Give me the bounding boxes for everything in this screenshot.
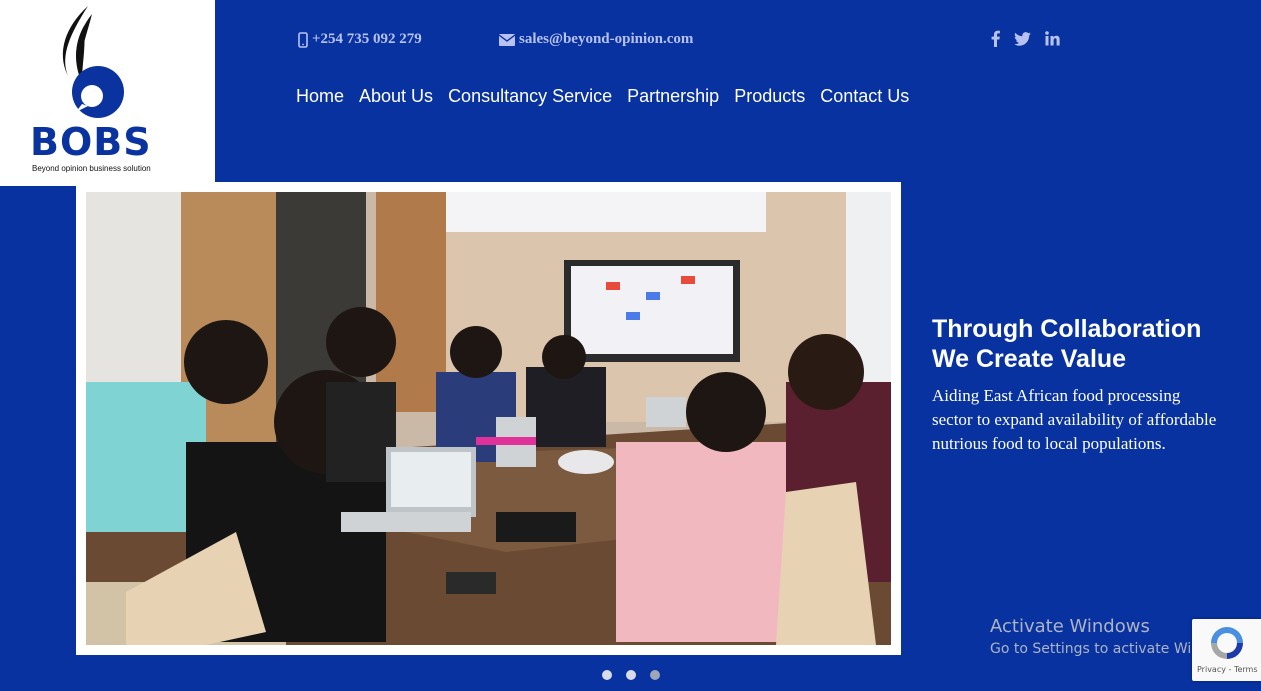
phone-link[interactable]: +254 735 092 279 (298, 31, 422, 48)
hero-description: Aiding East African food processing sect… (932, 386, 1217, 453)
carousel-dot-1[interactable] (602, 670, 612, 680)
logo-tagline: Beyond opinion business solution (32, 164, 151, 173)
recaptcha-links[interactable]: Privacy - Terms (1197, 665, 1258, 674)
twitter-icon[interactable] (1014, 31, 1031, 46)
main-nav: Home About Us Consultancy Service Partne… (296, 86, 909, 107)
hero-title: Through Collaboration We Create Value (932, 315, 1202, 373)
meeting-room-illustration (86, 192, 891, 645)
facebook-icon[interactable] (991, 30, 1000, 47)
linkedin-icon[interactable] (1045, 31, 1060, 46)
phone-number: +254 735 092 279 (312, 31, 422, 47)
mobile-phone-icon (298, 31, 308, 48)
nav-contact-us[interactable]: Contact Us (820, 86, 909, 107)
social-links (991, 30, 1060, 47)
flame-logo-icon (62, 6, 124, 118)
hero-caption: Through Collaboration We Create Value Ai… (932, 314, 1222, 456)
site-logo[interactable]: BOBS Beyond opinion business solution (0, 0, 215, 186)
nav-home[interactable]: Home (296, 86, 344, 107)
nav-partnership[interactable]: Partnership (627, 86, 719, 107)
email-link[interactable]: sales@beyond-opinion.com (499, 31, 693, 48)
email-address: sales@beyond-opinion.com (519, 31, 694, 47)
recaptcha-badge[interactable]: Privacy - Terms (1192, 619, 1261, 681)
nav-about-us[interactable]: About Us (359, 86, 433, 107)
carousel-dot-3[interactable] (650, 670, 660, 680)
carousel-indicators (602, 670, 660, 680)
nav-consultancy-service[interactable]: Consultancy Service (448, 86, 612, 107)
recaptcha-icon (1211, 627, 1243, 659)
hero-photo (86, 192, 891, 645)
envelope-icon (499, 33, 515, 46)
nav-products[interactable]: Products (734, 86, 805, 107)
hero-slide-frame (76, 182, 901, 655)
logo-wordmark: BOBS (30, 120, 152, 164)
carousel-dot-2[interactable] (626, 670, 636, 680)
